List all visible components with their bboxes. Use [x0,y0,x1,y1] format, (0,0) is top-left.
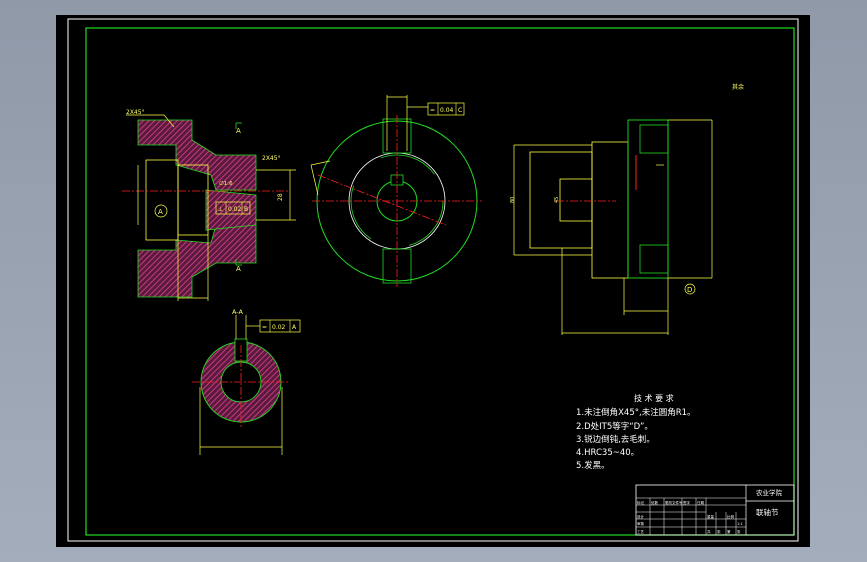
titleblock-cell: 审核 [637,521,645,526]
titleblock-cell: 比例 [727,514,735,519]
taper-label: ∅1:6 [219,181,233,187]
drawing-canvas[interactable]: 2X45° 2X45° ∅1:6 28 A ⊥ 0.02 B A A = 0.0… [56,15,810,547]
cad-drawing-viewport[interactable]: 2X45° 2X45° ∅1:6 28 A ⊥ 0.02 B A A = 0.0… [56,15,810,547]
titleblock-cell: 标记 [637,500,645,505]
tech-title: 技 术 要 求 [634,393,674,403]
technical-requirements: 技 术 要 求 1.未注倒角X45°,未注圆角R1。 2.D处IT5等字“D”。… [576,393,696,471]
section-a-a-view [192,315,301,455]
chamfer-right-label: 2X45° [262,155,281,162]
tol-top-value: 0.04 [440,107,454,114]
tol-section-datum: A [292,324,297,331]
titleblock-cell: 重量 [707,514,715,519]
titleblock-cell: 更改文件号 [665,500,683,505]
titleblock-cell: 工艺 [637,529,645,534]
roughness-note: 其余 [732,83,744,91]
datum-a-label: A [158,208,163,216]
titleblock-cell: 张 [717,529,721,534]
tol-section-value: 0.02 [272,324,286,331]
section-label: A-A [232,308,244,316]
tol-left-value: 0.02 [228,206,242,213]
section-mark-bottom: A [236,265,241,273]
titleblock-part-name: 联轴节 [756,507,779,517]
chamfer-top-label: 2X45° [126,109,145,116]
section-mark-top: A [236,127,241,135]
titleblock-cell: 张 [737,529,741,534]
titleblock-cell: 签字 [683,500,691,505]
tol-left-datum: B [244,206,248,213]
titleblock-cell: 日期 [697,500,705,505]
titleblock-cell: 设计 [637,514,645,519]
titleblock-cell: 处数 [651,500,659,505]
tech-item-3: 3.锐边倒钝,去毛刺。 [576,434,655,445]
diameter-dim-label: 28 [277,193,284,201]
titleblock-cell: 第 [727,529,731,534]
tol-top-symbol: = [430,107,435,114]
tol-left-symbol: ⊥ [218,206,223,213]
right-side-view [513,119,713,335]
side-dim-b: 45 [554,197,560,203]
titleblock-school: 农业学院 [756,488,783,497]
titleblock-scale: 1:1 [737,522,743,526]
tol-section-symbol: = [262,324,267,331]
tol-top-datum: C [458,107,462,114]
side-section-view [122,114,296,301]
front-circular-view [310,95,482,287]
tech-item-1: 1.未注倒角X45°,未注圆角R1。 [576,407,696,418]
side-dim-a: 80 [510,197,516,203]
tech-item-2: 2.D处IT5等字“D”。 [576,421,653,432]
tech-item-4: 4.HRC35~40。 [576,448,639,458]
datum-d-label: D [687,286,692,294]
titleblock-cell: 共 [707,529,711,534]
tech-item-5: 5.发黑。 [576,460,610,471]
